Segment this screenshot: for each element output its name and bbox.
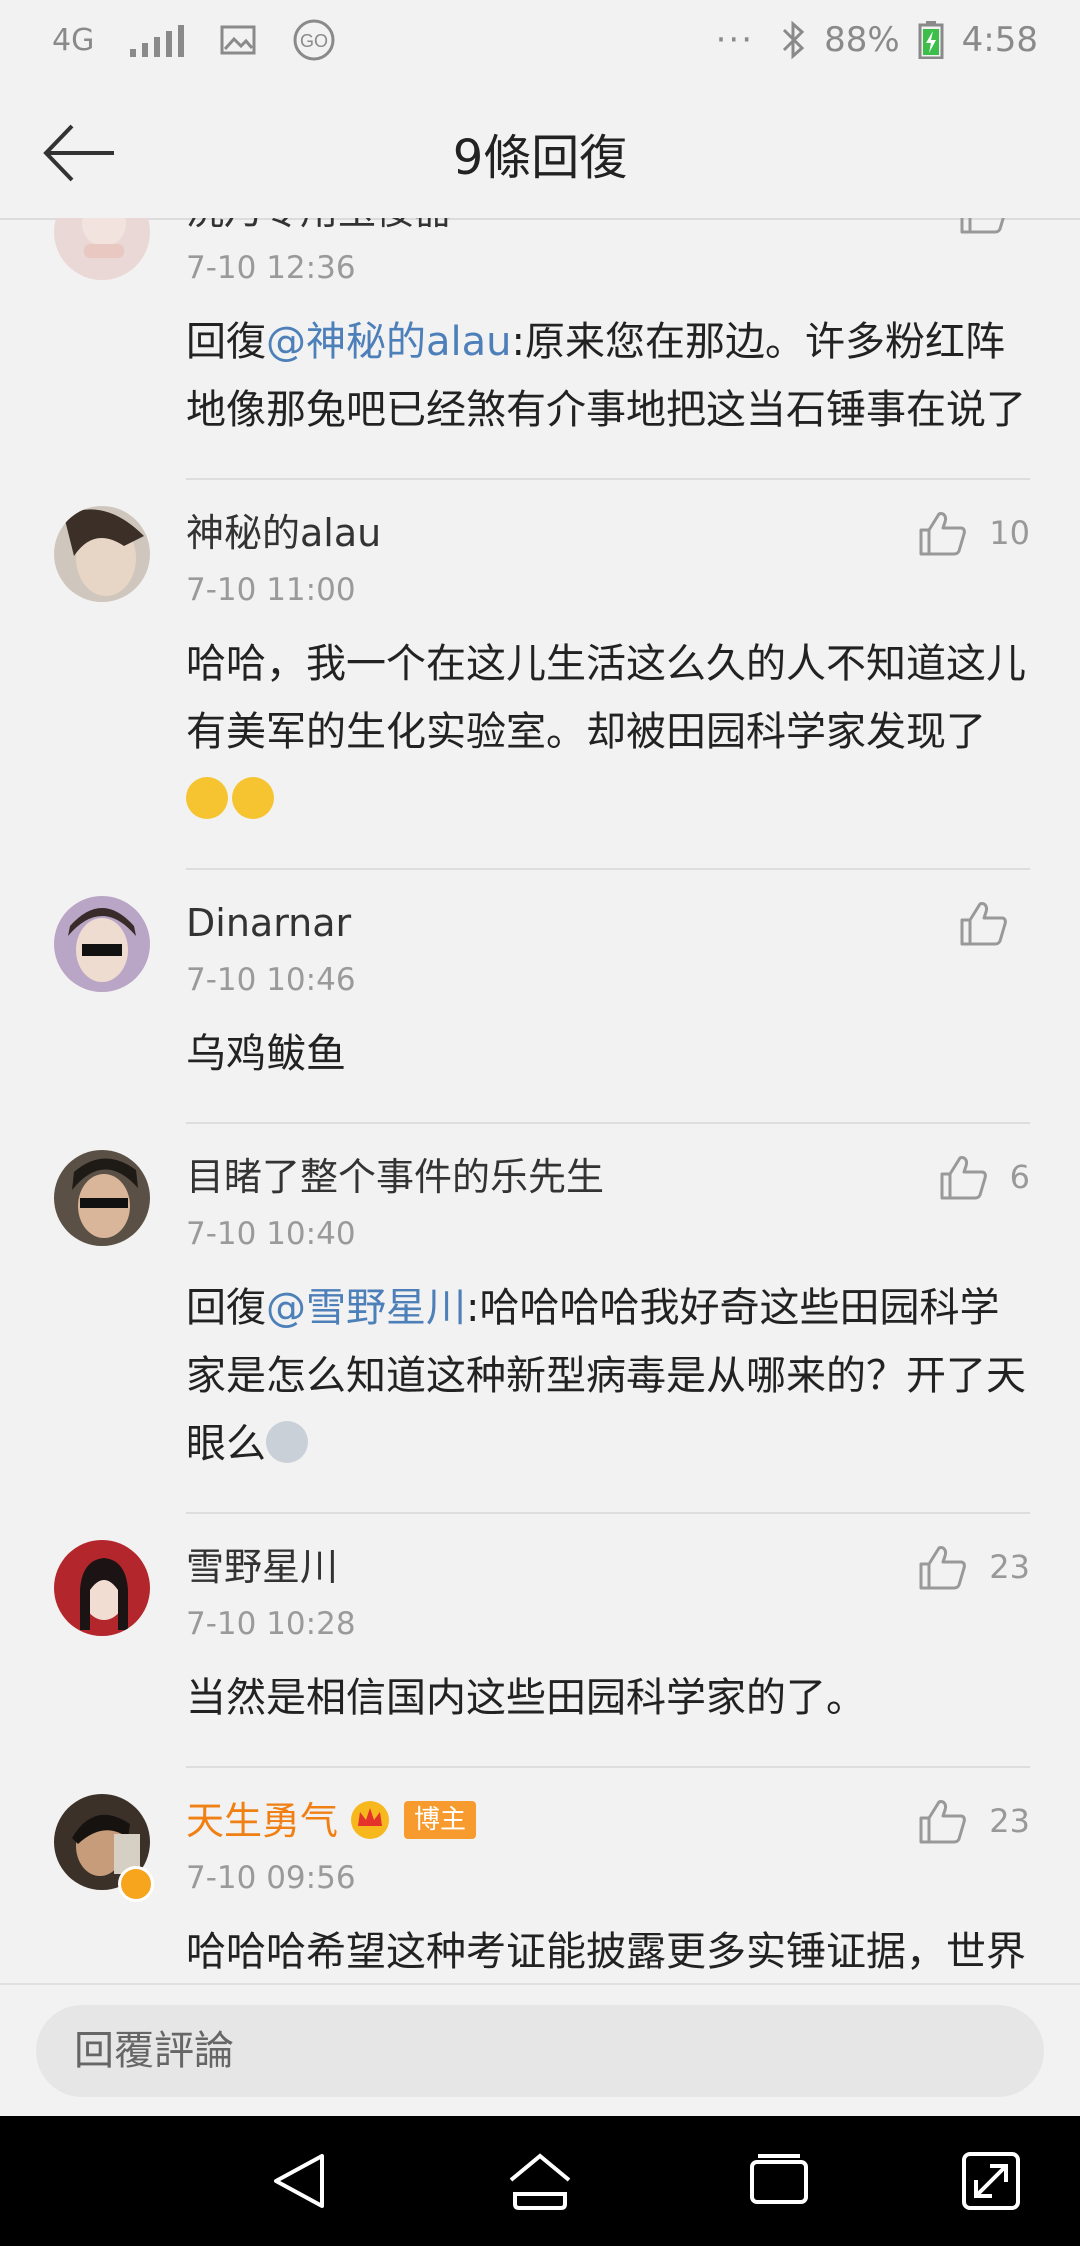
nav-recents-icon[interactable] <box>744 2146 814 2216</box>
comment-text: 当然是相信国内这些田园科学家的了。 <box>186 1675 866 1721</box>
comment-item[interactable]: 神秘的alau 10 7-10 11:00 哈哈，我一个在这儿生活这么久的人不知… <box>0 480 1080 870</box>
comment-item[interactable]: 目睹了整个事件的乐先生 6 7-10 10:40 回復@雪野星川:哈哈哈哈我好奇… <box>0 1124 1080 1514</box>
comment-time: 7-10 09:56 <box>186 1860 356 1896</box>
husky-emoji-icon <box>266 1421 308 1463</box>
comment-text: 哈哈哈希望这种考证能披露更多实锤证据，世界从来不缺阴谋论嘛，包括我在内都对阴谋论 <box>186 1929 1026 1975</box>
vip-name[interactable]: 天生勇气 <box>186 1799 338 1843</box>
commenter-name[interactable]: 洸乃专用玉佞器 <box>186 218 1030 238</box>
nav-back-icon[interactable] <box>266 2146 336 2216</box>
laughing-emoji-icon <box>232 777 274 819</box>
commenter-name[interactable]: Dinarnar <box>186 896 1030 950</box>
like-count: 23 <box>989 1548 1030 1586</box>
thumbs-up-icon <box>940 1156 987 1200</box>
like-button[interactable]: 10 <box>917 510 1030 556</box>
like-count: 6 <box>1009 1158 1030 1196</box>
comment-text: 回復@雪野星川:哈哈哈哈我好奇这些田园科学家是怎么知道这种新型病毒是从哪来的？开… <box>186 1274 1030 1478</box>
thumbs-up-icon <box>960 218 1005 234</box>
reply-prefix: 回復 <box>186 1285 266 1331</box>
crown-icon <box>351 1801 390 1839</box>
thumbs-up-icon <box>919 1546 967 1590</box>
bluetooth-icon <box>783 20 805 60</box>
clock: 4:58 <box>961 20 1038 60</box>
svg-text:GO: GO <box>300 31 328 51</box>
top-bar: 9條回復 <box>0 90 1080 220</box>
comment-item[interactable]: 洸乃专用玉佞器 7-10 12:36 回復@神秘的alau:原来您在那边。许多粉… <box>0 218 1080 480</box>
comment-time: 7-10 11:00 <box>186 572 356 608</box>
verified-badge-icon <box>118 1866 154 1902</box>
signal-icon <box>130 23 185 57</box>
laughing-emoji-icon <box>186 777 228 819</box>
status-bar: 4G GO ··· 88% 4:58 <box>0 0 1080 90</box>
reply-prefix: 回復 <box>186 319 266 365</box>
nav-expand-icon[interactable] <box>956 2146 1026 2216</box>
avatar[interactable] <box>54 218 150 280</box>
thumbs-up-icon <box>919 1800 967 1844</box>
avatar[interactable] <box>54 506 150 602</box>
thumbs-up-icon <box>960 902 1007 946</box>
avatar[interactable] <box>54 896 150 992</box>
mention-link[interactable]: @神秘的alau <box>266 319 512 365</box>
like-button[interactable]: 23 <box>917 1544 1030 1590</box>
image-notification-icon <box>220 25 256 55</box>
battery-percent: 88% <box>824 20 900 60</box>
page-title: 9條回復 <box>452 130 628 186</box>
comment-item[interactable]: 雪野星川 23 7-10 10:28 当然是相信国内这些田园科学家的了。 <box>0 1514 1080 1768</box>
like-button[interactable]: 6 <box>938 1154 1030 1200</box>
commenter-name[interactable]: 目睹了整个事件的乐先生 <box>186 1150 1030 1204</box>
like-count: 10 <box>989 514 1030 552</box>
like-count: 23 <box>989 1802 1030 1840</box>
comment-list[interactable]: 洸乃专用玉佞器 7-10 12:36 回復@神秘的alau:原来您在那边。许多粉… <box>0 218 1080 1983</box>
system-nav-bar <box>0 2116 1080 2246</box>
avatar[interactable] <box>54 1540 150 1636</box>
go-app-icon: GO <box>293 19 335 61</box>
more-notifications: ··· <box>715 20 755 60</box>
comment-time: 7-10 10:40 <box>186 1216 356 1252</box>
network-indicator: 4G <box>52 22 95 58</box>
comment-time: 7-10 10:46 <box>186 962 356 998</box>
like-button[interactable] <box>958 900 1030 946</box>
like-button[interactable]: 23 <box>917 1798 1030 1844</box>
commenter-name[interactable]: 神秘的alau <box>186 506 1030 560</box>
reply-input[interactable]: 回覆評論 <box>36 2005 1044 2097</box>
comment-item[interactable]: Dinarnar 7-10 10:46 乌鸡鲅鱼 <box>0 870 1080 1124</box>
like-button[interactable] <box>958 218 1030 234</box>
blogger-badge: 博主 <box>404 1801 477 1839</box>
comment-text: 回復@神秘的alau:原来您在那边。许多粉红阵地像那兔吧已经煞有介事地把这当石锤… <box>186 308 1030 444</box>
comment-time: 7-10 10:28 <box>186 1606 356 1642</box>
avatar[interactable] <box>54 1150 150 1246</box>
commenter-name[interactable]: 天生勇气 博主 <box>186 1794 1030 1848</box>
comment-text: 哈哈，我一个在这儿生活这么久的人不知道这儿有美军的生化实验室。却被田园科学家发现… <box>186 630 1030 834</box>
battery-charging-icon <box>918 21 944 59</box>
nav-home-icon[interactable] <box>505 2146 575 2216</box>
comment-time: 7-10 12:36 <box>186 250 356 286</box>
comment-item[interactable]: 天生勇气 博主 23 7-10 09:56 哈哈哈希望这种考证能披露更多实锤证据，… <box>0 1768 1080 1983</box>
thumbs-up-icon <box>919 512 967 556</box>
mention-link[interactable]: @雪野星川 <box>266 1285 466 1331</box>
comment-body: 哈哈，我一个在这儿生活这么久的人不知道这儿有美军的生化实验室。却被田园科学家发现… <box>186 641 1026 755</box>
commenter-name[interactable]: 雪野星川 <box>186 1540 1030 1594</box>
reply-bar: 回覆評論 <box>0 1983 1080 2118</box>
comment-text: 乌鸡鲅鱼 <box>186 1031 346 1077</box>
